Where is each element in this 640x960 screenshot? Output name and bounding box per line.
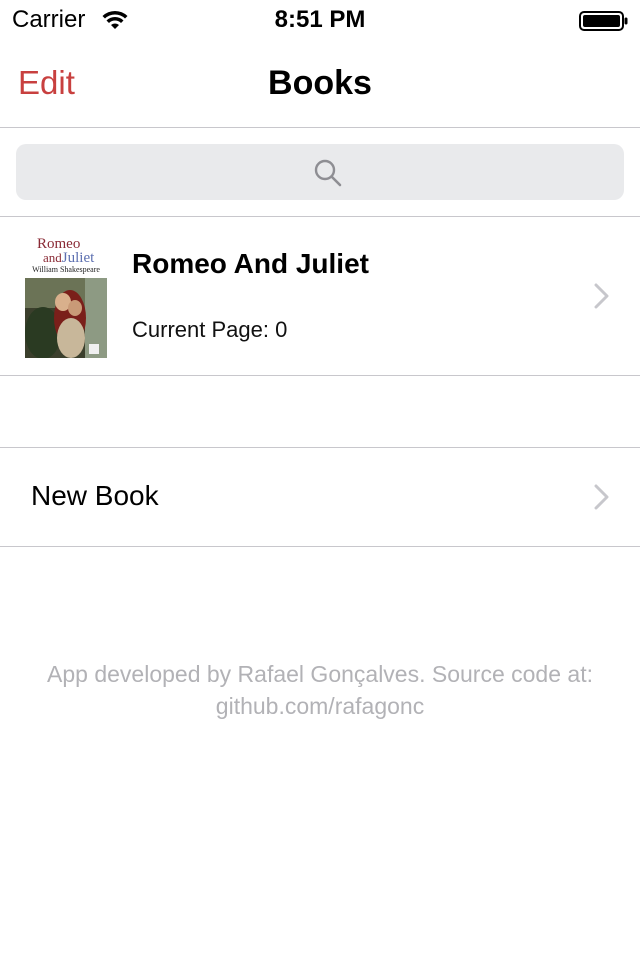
footer-credits: App developed by Rafael Gonçalves. Sourc…: [47, 661, 593, 719]
book-current-page: Current Page: 0: [132, 317, 288, 342]
search-input[interactable]: [16, 144, 624, 200]
book-title: Romeo And Juliet: [132, 248, 369, 279]
page-title: Books: [268, 64, 372, 102]
status-bar: Carrier 8:51 PM: [0, 0, 640, 40]
screen: Carrier 8:51 PM Edit Books Romeo andJuli…: [0, 0, 640, 960]
search-area: [0, 129, 640, 217]
cover-title-juliet: Juliet: [61, 250, 95, 266]
book-cover-image: Romeo andJuliet William Shakespeare: [25, 234, 107, 358]
book-list-item[interactable]: Romeo andJuliet William Shakespeare Rome…: [0, 218, 640, 376]
search-icon: [314, 159, 342, 187]
navigation-bar: Edit Books: [0, 40, 640, 128]
chevron-right-icon: [594, 484, 609, 510]
battery-icon: [579, 11, 628, 31]
new-book-label: New Book: [31, 480, 159, 511]
chevron-right-icon: [594, 283, 609, 309]
cover-painting: [25, 278, 107, 358]
new-book-row[interactable]: New Book: [0, 447, 640, 547]
status-time: 8:51 PM: [274, 6, 366, 33]
cover-title-and: and: [43, 250, 62, 265]
cover-author: William Shakespeare: [32, 265, 100, 274]
